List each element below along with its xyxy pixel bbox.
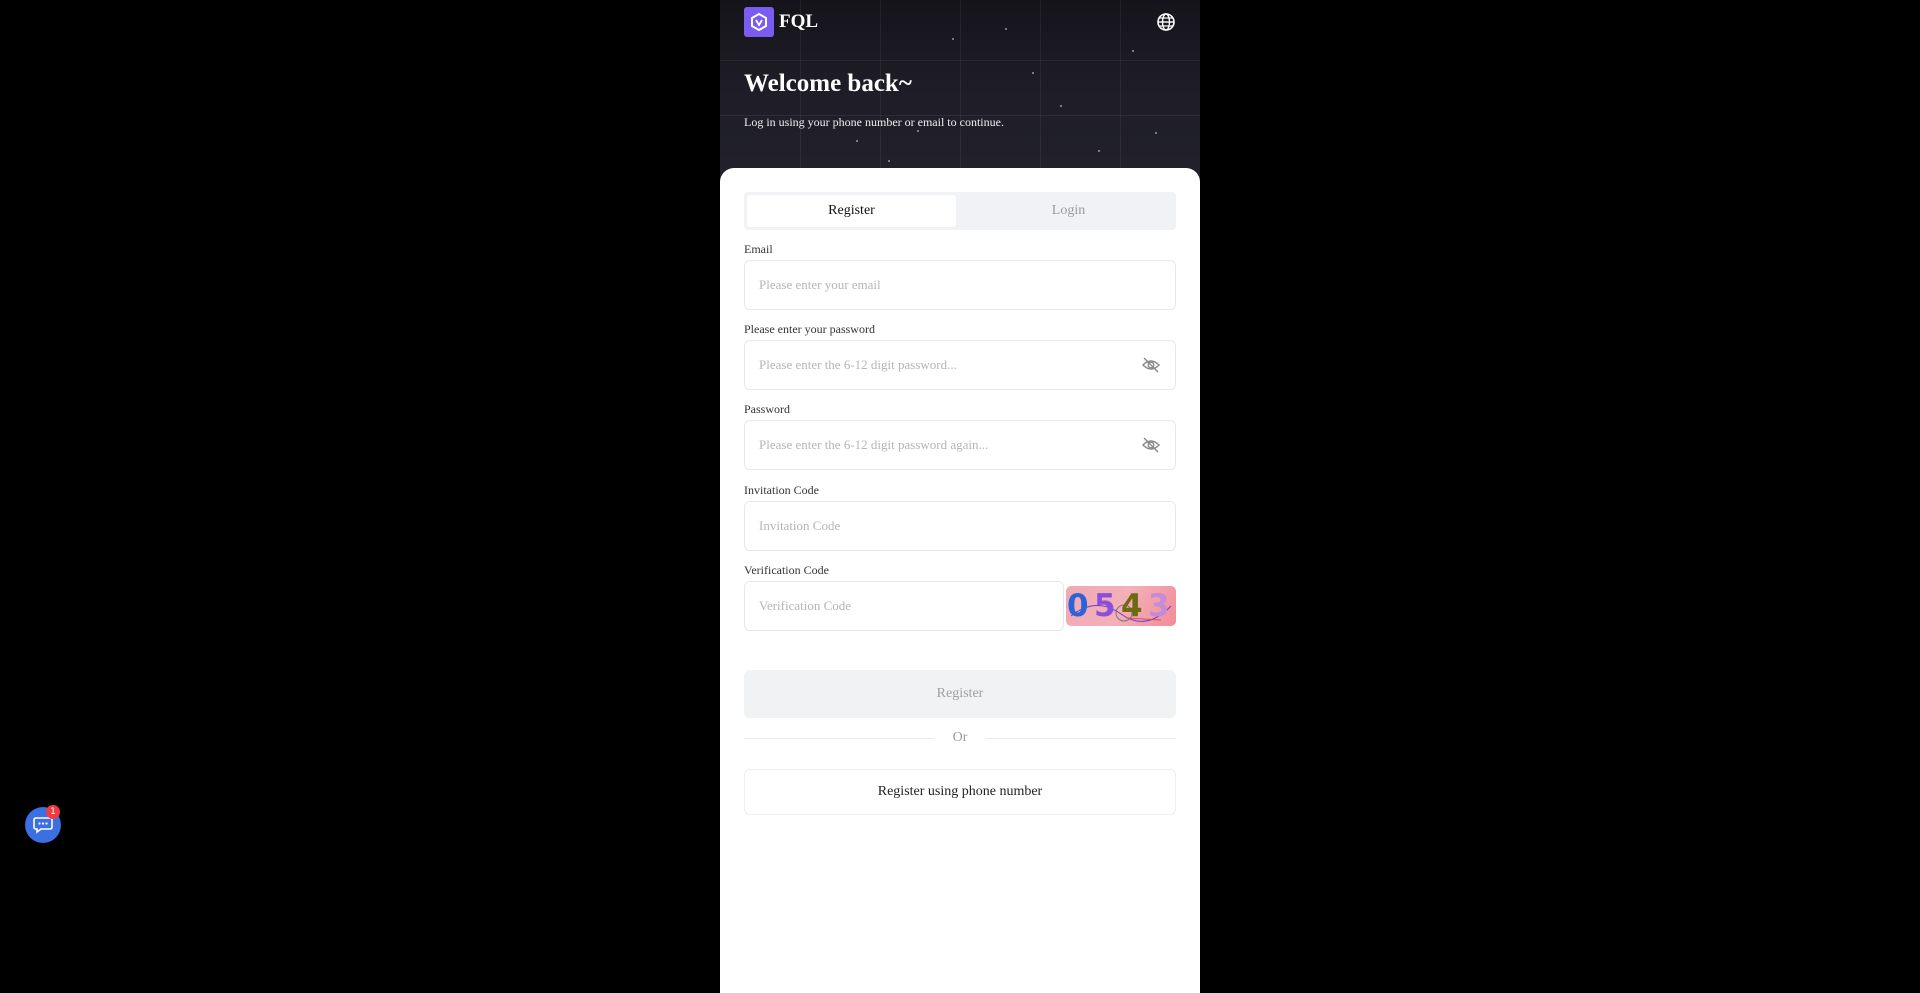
confirm-password-label: Password	[744, 402, 791, 416]
password-field-box	[744, 340, 1176, 390]
star-dot	[856, 140, 858, 142]
email-label: Email	[744, 242, 773, 256]
star-dot	[1032, 72, 1034, 74]
tab-login[interactable]: Login	[964, 195, 1173, 227]
captcha-char: 4	[1121, 588, 1143, 624]
star-dot	[952, 38, 954, 40]
verification-code-field-box	[744, 581, 1064, 631]
welcome-title: Welcome back~	[744, 70, 912, 97]
star-dot	[888, 160, 890, 162]
password-field[interactable]	[759, 341, 1119, 389]
invitation-code-field-box	[744, 501, 1176, 551]
star-dot	[1060, 105, 1062, 107]
brand-name: FQL	[779, 11, 819, 32]
grid-line	[720, 60, 1200, 61]
welcome-subtitle: Log in using your phone number or email …	[744, 115, 1004, 129]
star-dot	[1132, 50, 1134, 52]
star-dot	[1155, 132, 1157, 134]
eye-off-icon[interactable]	[1141, 356, 1161, 374]
auth-tabs: Register Login	[744, 192, 1176, 230]
star-dot	[1098, 150, 1100, 152]
captcha-char: 5	[1094, 588, 1116, 624]
hero-header: FQL Welcome back~ Log in using your phon…	[720, 0, 1200, 190]
captcha-image[interactable]: 0 5 4 3	[1066, 586, 1176, 626]
email-field-box	[744, 260, 1176, 310]
divider-line	[986, 738, 1176, 739]
verification-code-field[interactable]	[759, 582, 1049, 630]
or-divider: Or	[744, 728, 1176, 748]
confirm-password-field[interactable]	[759, 421, 1119, 469]
register-form-card: Register Login Email Please enter your p…	[720, 168, 1200, 993]
tab-register[interactable]: Register	[747, 195, 956, 227]
cube-logo-icon	[744, 7, 774, 37]
globe-icon[interactable]	[1156, 12, 1176, 32]
verification-code-label: Verification Code	[744, 563, 829, 577]
confirm-password-field-box	[744, 420, 1176, 470]
captcha-char: 3	[1148, 588, 1170, 624]
email-field[interactable]	[759, 261, 1119, 309]
invitation-code-field[interactable]	[759, 502, 1119, 550]
password-label: Please enter your password	[744, 322, 875, 336]
mobile-app-container: FQL Welcome back~ Log in using your phon…	[720, 0, 1200, 993]
register-button[interactable]: Register	[744, 670, 1176, 718]
register-with-phone-button[interactable]: Register using phone number	[744, 769, 1176, 815]
support-chat-button[interactable]: 1	[25, 805, 61, 843]
top-bar: FQL	[744, 7, 1176, 37]
notification-badge: 1	[46, 805, 60, 819]
captcha-char: 0	[1067, 588, 1089, 624]
eye-off-icon[interactable]	[1141, 436, 1161, 454]
invitation-code-label: Invitation Code	[744, 483, 819, 497]
